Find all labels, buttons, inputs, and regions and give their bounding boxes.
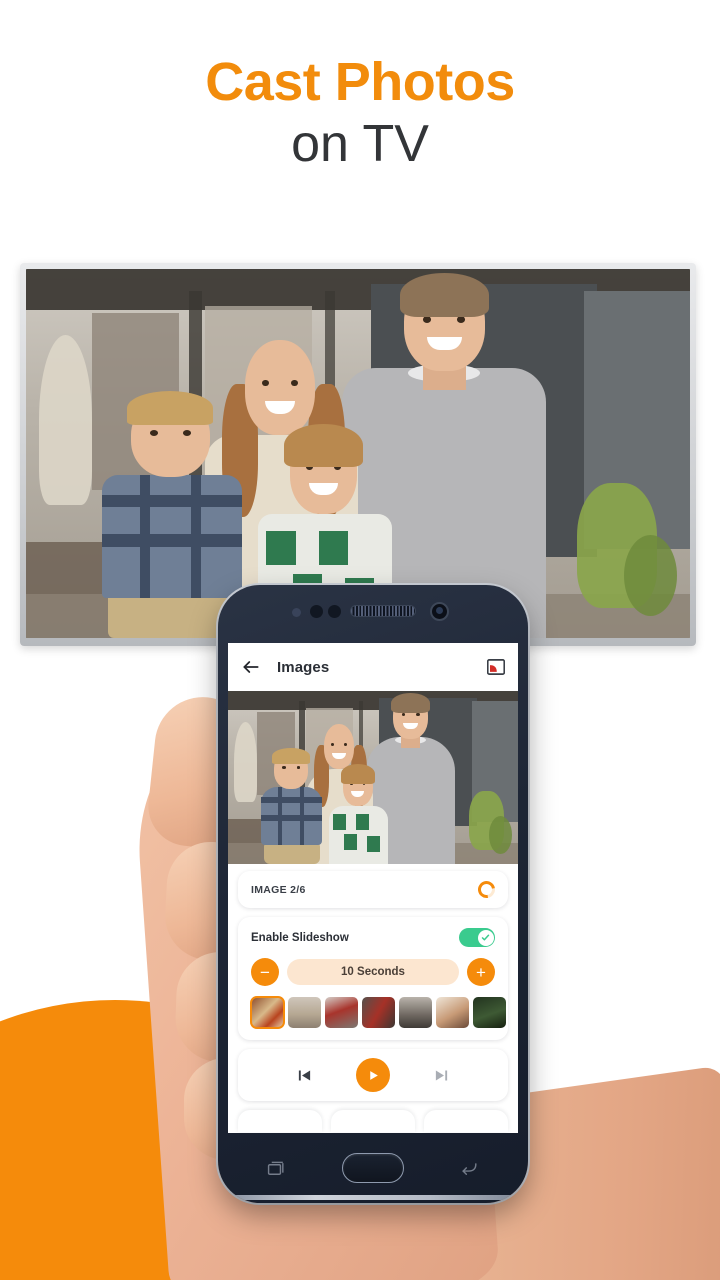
thumbnail-2[interactable] xyxy=(288,997,321,1028)
loading-spinner-icon xyxy=(474,877,499,902)
duration-value[interactable]: 10 Seconds xyxy=(287,959,459,985)
photo-preview[interactable] xyxy=(228,691,518,864)
slideshow-toggle[interactable] xyxy=(459,928,495,947)
thumbnail-1[interactable] xyxy=(250,996,285,1029)
thumbnail-strip xyxy=(250,996,506,1029)
phone-bottom-bezel xyxy=(218,1133,528,1203)
back-icon[interactable] xyxy=(460,1160,479,1177)
tv-screen xyxy=(26,269,690,638)
duration-row: − 10 Seconds + xyxy=(251,958,495,986)
skip-previous-icon[interactable] xyxy=(297,1068,312,1082)
earpiece-speaker-icon xyxy=(350,605,416,617)
promo-screenshot: Cast Photos on TV Images IMAGE 2/6 Enabl… xyxy=(0,0,720,1280)
app-bar-title: Images xyxy=(277,658,330,676)
home-button[interactable] xyxy=(342,1153,404,1183)
app-bar: Images xyxy=(228,643,518,691)
proximity-sensor-icon xyxy=(292,608,301,617)
controls-area: IMAGE 2/6 Enable Slideshow − 10 Seconds … xyxy=(228,864,518,1132)
bottom-actions-row xyxy=(238,1110,508,1132)
recents-icon[interactable] xyxy=(267,1160,286,1177)
playback-card xyxy=(238,1049,508,1101)
family-photo-phone xyxy=(228,691,518,864)
slideshow-toggle-row: Enable Slideshow xyxy=(251,928,495,947)
phone-top-bezel xyxy=(218,585,528,643)
play-button[interactable] xyxy=(356,1058,390,1092)
decrease-duration-button[interactable]: − xyxy=(251,958,279,986)
arrow-left-icon[interactable] xyxy=(241,657,261,677)
bottom-action-2[interactable] xyxy=(331,1110,415,1132)
increase-duration-button[interactable]: + xyxy=(467,958,495,986)
check-icon xyxy=(481,934,490,941)
toggle-knob xyxy=(477,929,494,946)
image-counter-card: IMAGE 2/6 xyxy=(238,871,508,908)
image-counter-label: IMAGE 2/6 xyxy=(251,883,306,896)
thumbnail-6[interactable] xyxy=(436,997,469,1028)
skip-next-icon[interactable] xyxy=(434,1068,449,1082)
light-sensor-icon xyxy=(310,605,323,618)
thumbnail-5[interactable] xyxy=(399,997,432,1028)
phone-bottom-rim xyxy=(230,1195,516,1200)
bottom-action-1[interactable] xyxy=(238,1110,322,1132)
headline-line-2: on TV xyxy=(291,114,429,173)
thumbnail-3[interactable] xyxy=(325,997,358,1028)
slideshow-card: Enable Slideshow − 10 Seconds + xyxy=(238,917,508,1040)
front-camera-icon xyxy=(430,602,449,621)
thumbnail-4[interactable] xyxy=(362,997,395,1028)
iris-sensor-icon xyxy=(328,605,341,618)
slideshow-label: Enable Slideshow xyxy=(251,931,349,944)
family-photo-tv xyxy=(26,269,690,638)
cast-connected-icon[interactable] xyxy=(486,659,506,675)
bottom-action-3[interactable] xyxy=(424,1110,508,1132)
phone-device: Images IMAGE 2/6 Enable Slideshow − 10 S… xyxy=(218,585,528,1203)
page-title: Cast Photos on TV xyxy=(0,54,720,177)
headline-line-1: Cast Photos xyxy=(205,52,515,112)
thumbnail-7[interactable] xyxy=(473,997,506,1028)
play-icon xyxy=(369,1070,378,1080)
phone-screen: Images IMAGE 2/6 Enable Slideshow − 10 S… xyxy=(228,643,518,1133)
